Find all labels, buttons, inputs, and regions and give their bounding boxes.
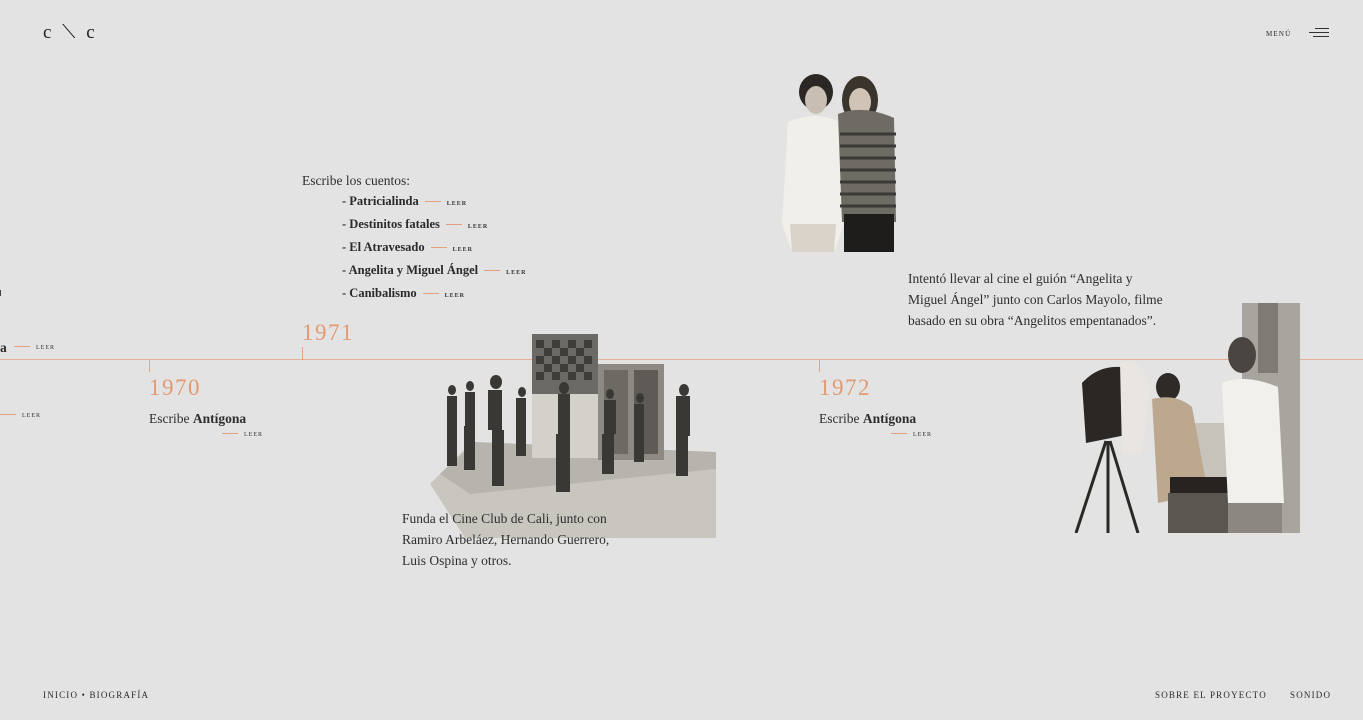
stories-list: - Patricialinda LEER - Destinitos fatale… <box>342 190 526 305</box>
sound-toggle[interactable]: SONIDO <box>1290 690 1331 700</box>
timeline-tick <box>149 360 150 372</box>
year-label-1971: 1971 <box>302 320 354 345</box>
timeline-tick <box>302 347 303 360</box>
site-logo[interactable]: c ⟍ c <box>43 22 98 44</box>
leer-link[interactable]: LEER <box>417 289 465 299</box>
menu-label[interactable]: MENÚ <box>1266 28 1291 39</box>
cut-off-mark <box>0 290 2 298</box>
hamburger-menu-icon[interactable] <box>1309 27 1329 39</box>
leer-link[interactable]: LEER <box>8 341 55 351</box>
leer-link[interactable]: LEER <box>425 243 473 253</box>
work-title: Antígona <box>192 411 247 426</box>
leer-link[interactable]: LEER <box>216 428 263 438</box>
timeline-tick <box>819 360 820 372</box>
year-label-1972: 1972 <box>819 375 871 400</box>
event-text-1970: Escribe Antígona <box>149 408 246 429</box>
event-prefix: Escribe <box>819 411 860 426</box>
leer-link[interactable]: LEER <box>885 428 932 438</box>
list-item: - Patricialinda LEER <box>342 194 468 208</box>
list-item: - Destinitos fatales LEER <box>342 217 489 231</box>
leer-link[interactable]: LEER <box>0 409 41 419</box>
leer-link[interactable]: LEER <box>478 266 526 276</box>
list-item: - Angelita y Miguel Ángel LEER <box>342 263 527 277</box>
stories-intro: Escribe los cuentos: <box>302 173 410 188</box>
breadcrumb[interactable]: INICIO • BIOGRAFÍA <box>43 690 149 700</box>
about-project-link[interactable]: SOBRE EL PROYECTO <box>1155 690 1267 700</box>
event-prefix: Escribe <box>149 411 190 426</box>
event-text-1972: Escribe Antígona <box>819 408 916 429</box>
leer-link[interactable]: LEER <box>419 197 467 207</box>
year-label-1970: 1970 <box>149 375 201 400</box>
list-item: - Canibalismo LEER <box>342 286 466 300</box>
list-item: - El Atravesado LEER <box>342 240 473 254</box>
film-crew-photo <box>1072 303 1300 533</box>
cut-off-text: a <box>0 340 7 355</box>
leer-link[interactable]: LEER <box>440 220 488 230</box>
couple-photo <box>768 74 900 252</box>
work-title: Antígona <box>862 411 917 426</box>
cine-club-caption: Funda el Cine Club de Cali, junto con Ra… <box>402 511 610 568</box>
